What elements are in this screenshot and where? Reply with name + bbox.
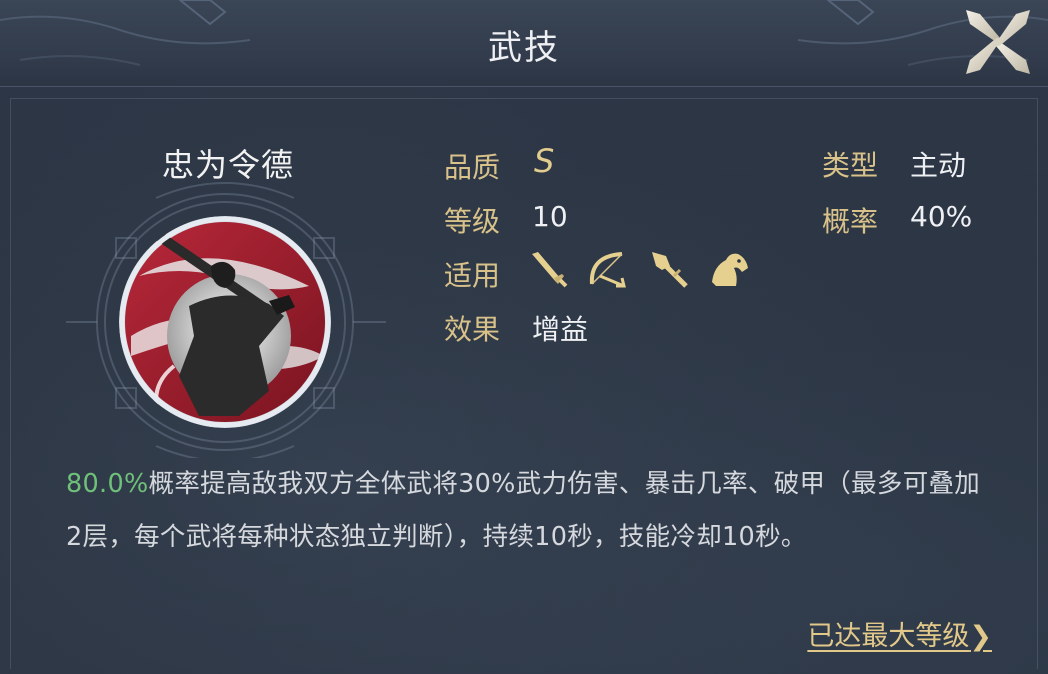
effect-label: 效果 <box>444 313 501 346</box>
spear-icon <box>652 252 688 288</box>
applies-label: 适用 <box>444 259 501 292</box>
type-value: 主动 <box>910 149 967 182</box>
level-value: 10 <box>532 200 568 233</box>
type-label: 类型 <box>822 149 879 182</box>
effect-value: 增益 <box>532 313 589 346</box>
sword-icon <box>532 252 568 288</box>
rate-value: 40% <box>910 200 973 233</box>
level-label: 等级 <box>444 205 501 238</box>
trigger-percentage: 80.0% <box>66 469 149 499</box>
quality-label: 品质 <box>444 151 501 184</box>
skill-portrait <box>119 216 331 428</box>
page-title: 武技 <box>488 28 560 68</box>
bow-icon <box>589 252 626 288</box>
header-bar: 武技 <box>0 0 1048 87</box>
quality-value: S <box>534 142 555 180</box>
chevron-right-icon: ❯ <box>969 621 992 652</box>
horse-icon <box>712 253 748 286</box>
skill-detail-panel: 武技 忠为令德 品质 S 等级 10 适用 效果 增益 类型 主动 概率 40%… <box>0 0 1048 674</box>
description-text: 概率提高敌我双方全体武将30%武力伤害、暴击几率、破甲（最多可叠加2层，每个武将… <box>66 469 981 552</box>
max-level-text: 已达最大等级 <box>807 621 970 652</box>
skill-description: 80.0%概率提高敌我双方全体武将30%武力伤害、暴击几率、破甲（最多可叠加2层… <box>66 458 986 564</box>
rate-label: 概率 <box>822 205 879 238</box>
close-icon[interactable] <box>960 4 1036 80</box>
max-level-link[interactable]: 已达最大等级❯ <box>807 614 992 653</box>
